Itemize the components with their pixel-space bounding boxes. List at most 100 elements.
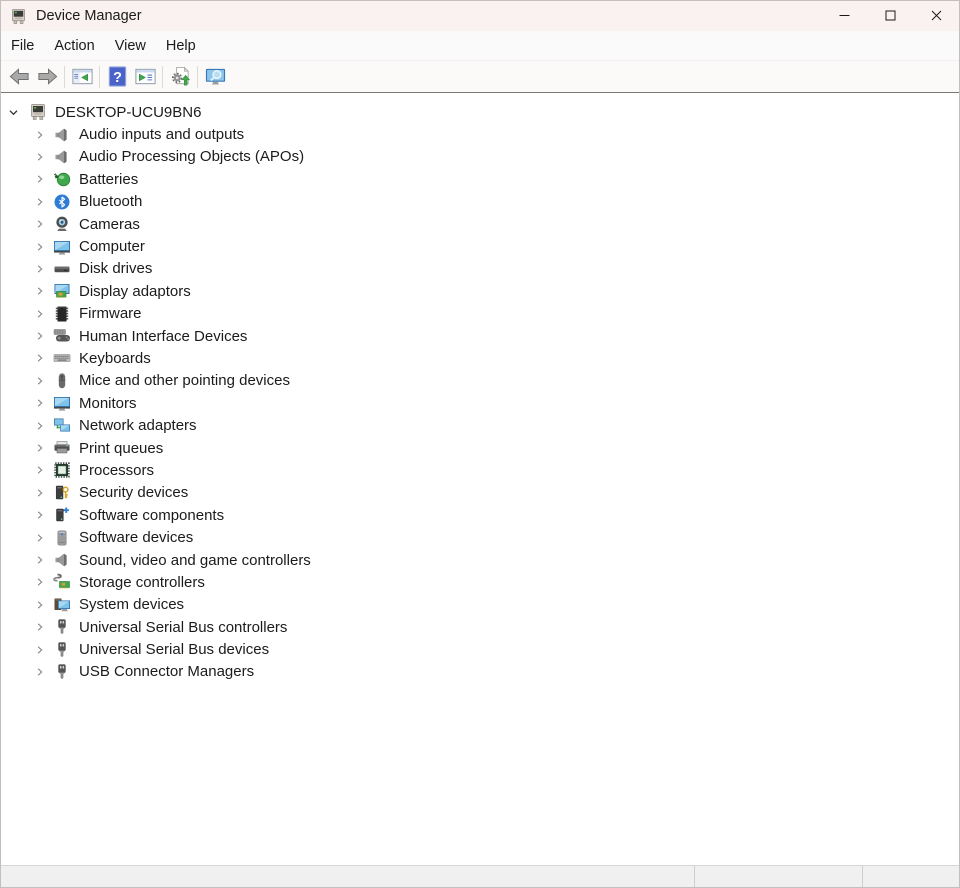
menu-view[interactable]: View (105, 34, 156, 58)
menu-file[interactable]: File (1, 34, 44, 58)
speaker-icon (53, 126, 71, 144)
speaker-icon (53, 551, 71, 569)
chevron-right-icon[interactable] (34, 330, 45, 343)
tree-item-keyboards[interactable]: Keyboards (1, 347, 959, 369)
chevron-right-icon[interactable] (34, 173, 45, 186)
chevron-right-icon[interactable] (34, 665, 45, 678)
update-scan-button[interactable] (166, 63, 194, 90)
tree-item-audio-processing-objects-apos[interactable]: Audio Processing Objects (APOs) (1, 146, 959, 168)
close-icon (931, 9, 942, 24)
chevron-right-icon[interactable] (34, 128, 45, 141)
tree-item-computer[interactable]: Computer (1, 235, 959, 257)
tree-item-display-adaptors[interactable]: Display adaptors (1, 280, 959, 302)
menu-action[interactable]: Action (44, 34, 104, 58)
usb-plug-icon (53, 618, 71, 636)
chevron-down-icon[interactable] (7, 106, 20, 119)
back-button[interactable] (5, 63, 33, 90)
camera-icon (53, 215, 71, 233)
tree-item-software-components[interactable]: Software components (1, 504, 959, 526)
toolbar-separator (64, 66, 65, 88)
tree-item-human-interface-devices[interactable]: Human Interface Devices (1, 325, 959, 347)
network-icon (53, 417, 71, 435)
security-key-icon (53, 484, 71, 502)
tree-item-usb-connector-managers[interactable]: USB Connector Managers (1, 661, 959, 683)
tree-item-universal-serial-bus-controllers[interactable]: Universal Serial Bus controllers (1, 616, 959, 638)
minimize-icon (839, 9, 850, 24)
window-title: Device Manager (36, 8, 142, 24)
tree-item-disk-drives[interactable]: Disk drives (1, 258, 959, 280)
show-hide-console-tree-button[interactable] (68, 63, 96, 90)
usb-plug-icon (53, 663, 71, 681)
processor-chip-icon (53, 461, 71, 479)
window-controls (821, 1, 959, 31)
chevron-right-icon[interactable] (34, 262, 45, 275)
chevron-right-icon[interactable] (34, 464, 45, 477)
chevron-right-icon[interactable] (34, 195, 45, 208)
chevron-right-icon[interactable] (34, 643, 45, 656)
chevron-right-icon[interactable] (34, 397, 45, 410)
scan-for-hardware-changes-button[interactable] (201, 63, 229, 90)
tree-item-audio-inputs-and-outputs[interactable]: Audio inputs and outputs (1, 123, 959, 145)
tree-item-monitors[interactable]: Monitors (1, 392, 959, 414)
chevron-right-icon[interactable] (34, 352, 45, 365)
software-component-icon (53, 506, 71, 524)
forward-button[interactable] (33, 63, 61, 90)
tree-item-universal-serial-bus-devices[interactable]: Universal Serial Bus devices (1, 638, 959, 660)
chevron-right-icon[interactable] (34, 150, 45, 163)
toolbar: ? (1, 61, 959, 93)
tree-item-cameras[interactable]: Cameras (1, 213, 959, 235)
chevron-right-icon[interactable] (34, 307, 45, 320)
tree-item-mice-and-other-pointing-devices[interactable]: Mice and other pointing devices (1, 370, 959, 392)
chevron-right-icon[interactable] (34, 374, 45, 387)
bluetooth-icon (53, 193, 71, 211)
help-question-icon: ? (106, 65, 129, 88)
chevron-right-icon[interactable] (34, 509, 45, 522)
chevron-right-icon[interactable] (34, 598, 45, 611)
tree-item-print-queues[interactable]: Print queues (1, 437, 959, 459)
maximize-button[interactable] (867, 1, 913, 31)
tree-item-batteries[interactable]: Batteries (1, 168, 959, 190)
minimize-button[interactable] (821, 1, 867, 31)
tree-root-desktop-ucu9bn6[interactable]: DESKTOP-UCU9BN6 (1, 101, 959, 123)
titlebar: Device Manager (1, 1, 959, 31)
statusbar-section-main (1, 866, 694, 887)
toolbar-separator (99, 66, 100, 88)
help-button[interactable]: ? (103, 63, 131, 90)
device-tree: DESKTOP-UCU9BN6 Audio inputs and outputs… (1, 93, 959, 865)
chevron-right-icon[interactable] (34, 442, 45, 455)
chevron-right-icon[interactable] (34, 486, 45, 499)
tree-item-system-devices[interactable]: System devices (1, 594, 959, 616)
mouse-icon (53, 372, 71, 390)
tree-item-storage-controllers[interactable]: Storage controllers (1, 571, 959, 593)
usb-plug-icon (53, 641, 71, 659)
statusbar-section-right (862, 866, 959, 887)
close-button[interactable] (913, 1, 959, 31)
chevron-right-icon[interactable] (34, 621, 45, 634)
action-pane-window-icon (134, 65, 157, 88)
statusbar-section-middle (694, 866, 862, 887)
tree-item-bluetooth[interactable]: Bluetooth (1, 191, 959, 213)
battery-icon (53, 170, 71, 188)
chevron-right-icon[interactable] (34, 218, 45, 231)
chevron-right-icon[interactable] (34, 531, 45, 544)
gear-document-update-icon (169, 65, 192, 88)
svg-text:?: ? (113, 70, 122, 86)
chevron-right-icon[interactable] (34, 240, 45, 253)
menu-help[interactable]: Help (156, 34, 206, 58)
console-tree-window-icon (71, 65, 94, 88)
chevron-right-icon[interactable] (34, 576, 45, 589)
tree-item-software-devices[interactable]: Software devices (1, 526, 959, 548)
tree-item-network-adapters[interactable]: Network adapters (1, 414, 959, 436)
toolbar-separator (162, 66, 163, 88)
toolbar-separator (197, 66, 198, 88)
show-hide-action-pane-button[interactable] (131, 63, 159, 90)
device-manager-window: Device Manager File Action View Help ? (0, 0, 960, 888)
tree-item-sound-video-and-game-controllers[interactable]: Sound, video and game controllers (1, 549, 959, 571)
chevron-right-icon[interactable] (34, 419, 45, 432)
chevron-right-icon[interactable] (34, 285, 45, 298)
chevron-right-icon[interactable] (34, 554, 45, 567)
maximize-icon (885, 9, 896, 24)
tree-item-processors[interactable]: Processors (1, 459, 959, 481)
tree-item-firmware[interactable]: Firmware (1, 303, 959, 325)
tree-item-security-devices[interactable]: Security devices (1, 482, 959, 504)
